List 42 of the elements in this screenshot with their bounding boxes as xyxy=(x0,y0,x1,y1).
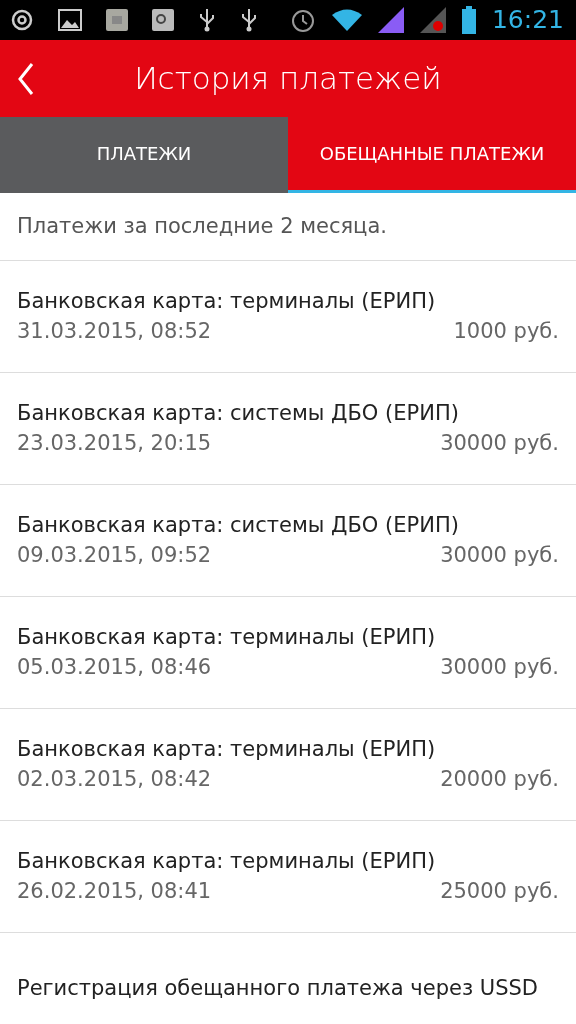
signal-icon xyxy=(419,7,446,33)
payment-row[interactable]: Банковская карта: терминалы (ЕРИП) 05.03.2015, 08:46 30000 руб. xyxy=(0,597,576,709)
payment-row[interactable]: Банковская карта: системы ДБО (ЕРИП) 23.03.2015, 20:15 30000 руб. xyxy=(0,373,576,485)
payment-row[interactable]: Банковская карта: системы ДБО (ЕРИП) 09.03.2015, 09:52 30000 руб. xyxy=(0,485,576,597)
payment-amount: 30000 руб. xyxy=(440,429,559,457)
payment-amount: 30000 руб. xyxy=(440,541,559,569)
notice-text: Платежи за последние 2 месяца. xyxy=(17,212,387,240)
battery-icon xyxy=(461,6,476,34)
payment-row[interactable]: Банковская карта: терминалы (ЕРИП) 26.02.2015, 08:41 25000 руб. xyxy=(0,821,576,933)
payment-date: 02.03.2015, 08:42 xyxy=(17,765,212,793)
alarm-icon xyxy=(289,7,316,33)
payment-date: 31.03.2015, 08:52 xyxy=(17,317,212,345)
app-icon xyxy=(106,9,128,31)
payment-title: Банковская карта: терминалы (ЕРИП) xyxy=(17,736,437,764)
payment-date: 05.03.2015, 08:46 xyxy=(17,653,212,681)
screen-title: История платежей xyxy=(133,59,443,99)
tab[interactable]: ОБЕЩАННЫЕ ПЛАТЕЖИ xyxy=(288,117,576,193)
usb-icon xyxy=(198,8,216,32)
payment-amount: 25000 руб. xyxy=(440,877,559,905)
payment-title: Банковская карта: системы ДБО (ЕРИП) xyxy=(17,512,460,540)
payment-date: 26.02.2015, 08:41 xyxy=(17,877,212,905)
usb-icon xyxy=(240,8,258,32)
payment-row[interactable]: Банковская карта: терминалы (ЕРИП) 02.03.2015, 08:42 20000 руб. xyxy=(0,709,576,821)
payment-title: Регистрация обещанного платежа через USSD xyxy=(17,974,539,1002)
payment-title: Банковская карта: терминалы (ЕРИП) xyxy=(17,288,437,316)
wifi-icon xyxy=(331,8,362,32)
payment-title: Банковская карта: терминалы (ЕРИП) xyxy=(17,848,437,876)
payment-amount: 30000 руб. xyxy=(440,653,559,681)
clock-text: 16:21 xyxy=(491,4,564,37)
payment-date: 23.03.2015, 20:15 xyxy=(17,429,212,457)
payment-date: 09.03.2015, 09:52 xyxy=(17,541,212,569)
tab[interactable]: ПЛАТЕЖИ xyxy=(0,117,288,193)
square-icon xyxy=(152,9,174,31)
signal-icon xyxy=(377,7,404,33)
image-icon xyxy=(58,9,82,31)
payment-title: Банковская карта: системы ДБО (ЕРИП) xyxy=(17,400,460,428)
payment-row[interactable]: Банковская карта: терминалы (ЕРИП) 31.03.2015, 08:52 1000 руб. xyxy=(0,261,576,373)
payment-row[interactable]: Регистрация обещанного платежа через USSD xyxy=(0,933,576,1024)
payment-amount: 1000 руб. xyxy=(453,317,559,345)
payment-title: Банковская карта: терминалы (ЕРИП) xyxy=(17,624,437,652)
payment-amount: 20000 руб. xyxy=(440,765,559,793)
back-icon[interactable] xyxy=(16,61,36,96)
